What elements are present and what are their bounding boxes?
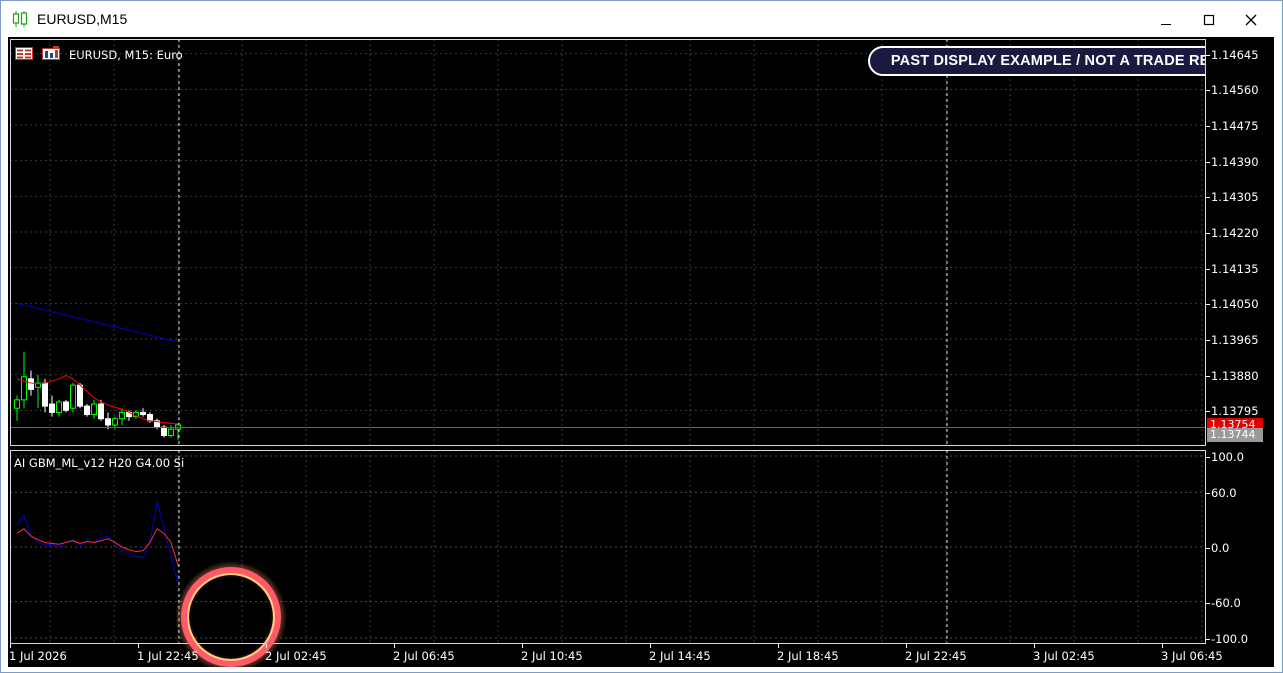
candle-body [49,403,55,413]
time-axis-tick [394,644,395,648]
price-axis-label: 1.13880 [1211,368,1259,383]
price-axis-label: 1.14220 [1211,226,1259,240]
chart-window: EURUSD,M15 EURUSD, M15: Euro PAST DISPLA… [0,0,1283,673]
time-axis-tick [778,644,779,648]
price-axis-tick [1206,90,1210,92]
indicator-axis-label: 60.0 [1211,486,1237,501]
indicator-label: AI GBM_ML_v12 H20 G4.00 Si [14,456,185,470]
price-axis-label: 1.14475 [1211,119,1259,133]
minimize-icon [1161,24,1171,25]
indicator-axis-tick [1206,493,1210,495]
time-axis-label: 2 Jul 06:45 [393,649,455,663]
candle-body [112,418,118,426]
close-icon [1245,14,1257,26]
maximize-button[interactable] [1194,7,1224,33]
price-axis-tick [1206,161,1210,163]
moving-average-red-line [16,374,179,425]
maximize-icon [1203,14,1215,26]
chart-area[interactable]: EURUSD, M15: Euro PAST DISPLAY EXAMPLE /… [8,37,1274,667]
price-axis-tick [1206,268,1210,270]
indicator-axis-label: 0.0 [1211,541,1230,555]
price-axis-label: 1.14305 [1211,190,1259,205]
price-axis-tick [1206,54,1210,56]
time-axis-tick [522,644,523,648]
price-axis-tick [1206,304,1210,306]
time-axis-label: 2 Jul 18:45 [777,649,839,663]
time-axis-tick [1034,644,1035,648]
candle-body [70,384,76,409]
indicator-blue-line [16,501,179,584]
candle-body [91,403,97,416]
time-axis-label: 3 Jul 02:45 [1033,649,1095,663]
time-axis-label: 1 Jul 22:45 [137,649,199,663]
indicator-axis-tick [1206,639,1210,640]
close-button[interactable] [1236,7,1266,33]
price-axis-label: 1.13795 [1211,404,1259,419]
time-axis-label: 3 Jul 06:45 [1161,649,1223,663]
price-pane[interactable]: EURUSD, M15: Euro PAST DISPLAY EXAMPLE /… [10,39,1206,446]
indicator-axis-tick [1206,602,1210,604]
price-axis-tick [1206,340,1210,341]
indicator-axis-tick [1206,457,1210,458]
price-axis-label: 1.14050 [1211,297,1259,312]
chart-bars-icon[interactable] [42,46,60,60]
candle-body [168,428,174,437]
candle-body [140,411,146,416]
candle-body [84,405,90,416]
price-axis-tick [1206,375,1210,377]
candle-body [42,382,48,407]
indicator-axis-label: -60.0 [1211,595,1241,610]
price-axis-label: 1.13965 [1211,333,1259,347]
chart-symbol-label: EURUSD, M15: Euro [69,48,183,62]
price-axis-tick [1206,411,1210,413]
price-axis-label: 1.14390 [1211,154,1259,169]
price-plot [11,40,1205,445]
price-axis-tick [1206,233,1210,234]
title-bar[interactable]: EURUSD,M15 [1,1,1282,37]
candlestick-app-icon [12,11,28,27]
candle-body [161,426,167,437]
window-title: EURUSD,M15 [37,11,128,27]
time-axis-label: 1 Jul 2026 [9,649,67,663]
bid-price-tag: 1.13744 [1207,428,1263,442]
price-axis-label: 1.14645 [1211,47,1259,62]
chart-list-icon[interactable] [15,47,33,60]
indicator-axis-label: -100.0 [1211,632,1249,646]
price-axis-tick [1206,197,1210,199]
candle-body [119,411,125,420]
time-axis-tick [10,644,11,648]
time-axis-label: 2 Jul 14:45 [649,649,711,663]
time-axis-label: 2 Jul 02:45 [265,649,327,663]
time-axis-tick [650,644,651,648]
candle-body [28,378,34,390]
time-axis-tick [1162,644,1163,648]
time-axis-tick [266,644,267,648]
candle-body [77,384,83,407]
time-axis-tick [906,644,907,648]
candle-body [56,401,62,413]
indicator-axis-tick [1206,548,1210,549]
price-axis-label: 1.14135 [1211,261,1259,276]
disclaimer-badge: PAST DISPLAY EXAMPLE / NOT A TRADE RESUL… [868,46,1205,76]
price-axis-label: 1.14560 [1211,83,1259,98]
price-axis-tick [1206,126,1210,127]
candle-body [105,418,111,426]
candle-body [98,403,104,420]
candle-body [14,399,20,409]
minimize-button[interactable] [1151,7,1181,33]
time-axis-label: 2 Jul 10:45 [521,649,583,663]
time-axis-tick [138,644,139,648]
indicator-axis-label: 100.0 [1211,450,1244,464]
moving-average-blue-line [16,302,179,343]
time-axis-label: 2 Jul 22:45 [905,649,967,663]
candle-body [63,401,69,411]
